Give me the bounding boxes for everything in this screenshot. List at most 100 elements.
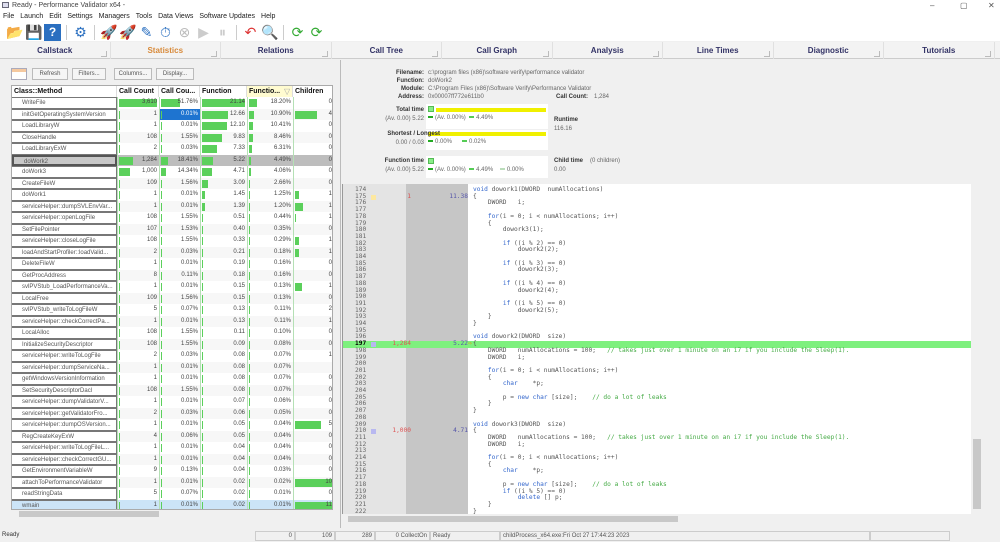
tab-diagnostic[interactable]: Diagnostic bbox=[774, 42, 884, 59]
code-line[interactable]: 188 if ((i % 4) == 0) bbox=[343, 280, 982, 288]
stop-icon[interactable]: ⊗ bbox=[176, 24, 193, 41]
code-line[interactable]: 182 if ((i % 2) == 0) bbox=[343, 240, 982, 248]
menu-data-views[interactable]: Data Views bbox=[155, 11, 196, 20]
code-line[interactable]: 209 void dowork3(DWORD size) bbox=[343, 421, 982, 429]
table-row[interactable]: DeleteFileW 1 0.01% 0.19 0.16% 0 bbox=[12, 258, 332, 270]
table-row[interactable]: serviceHelper::checkCorrectGU... 1 0.01% 0.… bbox=[12, 453, 332, 465]
table-row[interactable]: svlPVStub_LoadPerformanceVa... 1 0.01% 0.15… bbox=[12, 281, 332, 293]
scroll-thumb[interactable] bbox=[19, 511, 159, 517]
code-line[interactable]: 199 DWORD i; bbox=[343, 354, 982, 362]
menu-tools[interactable]: Tools bbox=[133, 11, 155, 20]
close-button[interactable]: ✕ bbox=[988, 1, 995, 10]
tab-undock-icon[interactable] bbox=[321, 51, 328, 57]
table-row[interactable]: doWork1 1 0.01% 1.45 1.25% 1 bbox=[12, 189, 332, 201]
save-icon[interactable]: 💾 bbox=[25, 24, 42, 41]
refresh-button[interactable]: Refresh bbox=[32, 68, 68, 80]
column-header-2[interactable]: Call Cou... bbox=[159, 86, 200, 97]
code-line[interactable]: 184 bbox=[343, 253, 982, 261]
table-row[interactable]: wmain 1 0.01% 0.02 0.01% 11 bbox=[12, 499, 332, 509]
code-line[interactable]: 220 delete [] p; bbox=[343, 494, 982, 502]
table-row[interactable]: serviceHelper::writeToLogFile 2 0.03% 0.08 0… bbox=[12, 350, 332, 362]
table-row[interactable]: readStringData 5 0.07% 0.02 0.01% 0 bbox=[12, 488, 332, 500]
code-line[interactable]: 211 DWORD numAllocations = 100; // takes… bbox=[343, 434, 982, 442]
table-row[interactable]: SetFilePointer 107 1.53% 0.40 0.35% 0 bbox=[12, 223, 332, 235]
tab-undock-icon[interactable] bbox=[763, 51, 770, 57]
table-row[interactable]: CreateFileW 109 1.56% 3.09 2.66% 0 bbox=[12, 177, 332, 189]
table-row[interactable]: LoadLibraryW 1 0.01% 12.10 10.41% 0 bbox=[12, 120, 332, 132]
tab-undock-icon[interactable] bbox=[100, 51, 107, 57]
code-line[interactable]: 206 } bbox=[343, 401, 982, 408]
tab-undock-icon[interactable] bbox=[984, 51, 991, 57]
columns-button[interactable]: Columns... bbox=[114, 68, 152, 80]
table-row[interactable]: serviceHelper::openLogFile 108 1.55% 0.51 0.… bbox=[12, 212, 332, 224]
help-icon[interactable]: ? bbox=[44, 23, 61, 41]
code-line[interactable]: 193 } bbox=[343, 314, 982, 321]
table-row[interactable]: doWork2 1,284 18.41% 5.22 4.49% 0 bbox=[12, 154, 332, 166]
filters-button[interactable]: Filters... bbox=[72, 68, 106, 80]
table-row[interactable]: LoadLibraryExW 2 0.03% 7.33 6.31% 0 bbox=[12, 143, 332, 155]
column-header-1[interactable]: Call Count bbox=[117, 86, 159, 97]
code-line[interactable]: 191 if ((i % 5) == 0) bbox=[343, 300, 982, 308]
monitor-rocket-icon[interactable]: 🚀 bbox=[119, 24, 136, 41]
code-line[interactable]: 212 DWORD i; bbox=[343, 441, 982, 449]
code-line[interactable]: 198 DWORD numAllocations = 100; // takes… bbox=[343, 347, 982, 355]
scroll-thumb[interactable] bbox=[348, 516, 678, 522]
minimize-button[interactable]: – bbox=[930, 1, 934, 10]
code-line[interactable]: 208 bbox=[343, 414, 982, 422]
code-line[interactable]: 176 DWORD i; bbox=[343, 200, 982, 207]
code-line[interactable]: 185 if ((i % 3) == 0) bbox=[343, 260, 982, 268]
code-line[interactable]: 221 } bbox=[343, 501, 982, 509]
horizontal-scrollbar[interactable] bbox=[11, 510, 333, 518]
table-row[interactable]: serviceHelper::getValidatorFro... 2 0.03% 0… bbox=[12, 407, 332, 419]
tab-callstack[interactable]: Callstack bbox=[0, 42, 111, 59]
code-line[interactable]: 202 { bbox=[343, 374, 982, 382]
code-line[interactable]: 213 bbox=[343, 448, 982, 455]
tab-undock-icon[interactable] bbox=[211, 51, 217, 57]
table-row[interactable]: serviceHelper::dumpValidatorV... 1 0.01% 0.… bbox=[12, 396, 332, 408]
tab-statistics[interactable]: Statistics bbox=[111, 42, 221, 59]
tab-line-times[interactable]: Line Times bbox=[663, 42, 774, 59]
tab-tutorials[interactable]: Tutorials bbox=[884, 42, 995, 59]
stopwatch-icon[interactable]: ⏱ bbox=[157, 24, 174, 41]
settings-gears-icon[interactable]: ⚙ bbox=[72, 24, 89, 41]
table-row[interactable]: InitializeSecurityDescriptor 108 1.55% 0.09… bbox=[12, 338, 332, 350]
code-line[interactable]: 180 dowork3(1); bbox=[343, 226, 982, 234]
tab-undock-icon[interactable] bbox=[542, 51, 549, 57]
code-line[interactable]: 190 bbox=[343, 293, 982, 301]
tab-undock-icon[interactable] bbox=[874, 51, 880, 57]
table-row[interactable]: getWindowsVersionInformation 1 0.01% 0.08 0.… bbox=[12, 373, 332, 385]
code-line[interactable]: 174 void dowork1(DWORD numAllocations) bbox=[343, 186, 982, 194]
menu-managers[interactable]: Managers bbox=[96, 11, 133, 20]
column-header-5[interactable]: Children bbox=[293, 86, 332, 97]
tab-call-tree[interactable]: Call Tree bbox=[332, 42, 442, 59]
table-row[interactable]: serviceHelper::closeLogFile 108 1.55% 0.33 0… bbox=[12, 235, 332, 247]
play-icon[interactable]: ▶ bbox=[195, 24, 212, 41]
code-line[interactable]: 200 bbox=[343, 360, 982, 368]
table-row[interactable]: GetProcAddress 8 0.11% 0.18 0.16% 0 bbox=[12, 269, 332, 281]
search-icon[interactable]: 🔍 bbox=[261, 24, 278, 41]
tab-call-graph[interactable]: Call Graph bbox=[442, 42, 553, 59]
code-line[interactable]: 196 void dowork2(DWORD size) bbox=[343, 334, 982, 341]
menu-software-updates[interactable]: Software Updates bbox=[196, 11, 258, 20]
code-line[interactable]: 219 if ((i % 5) == 0) bbox=[343, 488, 982, 496]
table-row[interactable]: serviceHelper::checkCorrectPa... 1 0.01% 0.… bbox=[12, 315, 332, 327]
table-row[interactable]: loadAndStartProfiler::loadValid... 2 0.03%… bbox=[12, 246, 332, 258]
menu-edit[interactable]: Edit bbox=[46, 11, 64, 20]
table-row[interactable]: CloseHandle 108 1.55% 9.83 8.46% 0 bbox=[12, 131, 332, 143]
table-row[interactable]: serviceHelper::dumpServiceNa... 1 0.01% 0.0… bbox=[12, 361, 332, 373]
column-header-0[interactable]: Class::Method bbox=[12, 86, 117, 97]
table-row[interactable]: serviceHelper::dumpSVLEnvVar... 1 0.01% 1.3… bbox=[12, 200, 332, 212]
code-line[interactable]: 201 for(i = 0; i < numAllocations; i++) bbox=[343, 367, 982, 375]
code-line[interactable]: 177 bbox=[343, 206, 982, 214]
table-row[interactable]: WriteFile 3,610 51.76% 21.14 18.20% 0 bbox=[12, 97, 332, 109]
table-row[interactable]: svlPVStub_writeToLogFileW 5 0.07% 0.13 0.11%… bbox=[12, 304, 332, 316]
table-row[interactable]: SetSecurityDescriptorDacl 108 1.55% 0.08 0.0… bbox=[12, 384, 332, 396]
column-header-3[interactable]: Function bbox=[200, 86, 247, 97]
table-row[interactable]: initGetOperatingSystemVersion 1 0.01% 12.66… bbox=[12, 108, 332, 120]
tab-analysis[interactable]: Analysis bbox=[553, 42, 663, 59]
table-row[interactable]: serviceHelper::writeToLogFileL... 1 0.01% 0… bbox=[12, 442, 332, 454]
refresh-all-icon[interactable]: ⟳ bbox=[308, 24, 325, 41]
code-line[interactable]: 218 p = new char [size]; // do a lot of … bbox=[343, 481, 982, 489]
code-line[interactable]: 216 char *p; bbox=[343, 468, 982, 475]
menu-file[interactable]: File bbox=[0, 11, 17, 20]
